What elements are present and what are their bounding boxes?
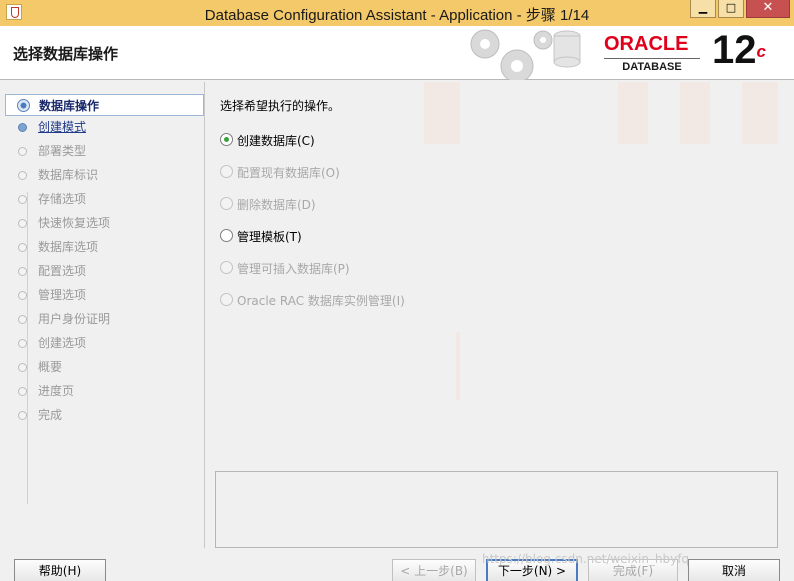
background-watermark (618, 82, 648, 144)
oracle-brand: ORACLE (604, 33, 689, 55)
step-label: 创建模式 (38, 120, 87, 134)
step-label: 概要 (38, 360, 63, 374)
step-label: 快速恢复选项 (38, 216, 111, 230)
gears-database-icon (470, 29, 581, 80)
step-label: 管理选项 (38, 288, 87, 302)
radio-label: 配置现有数据库(O) (237, 166, 340, 180)
step-label: 部署类型 (38, 144, 87, 158)
radio-label: 管理模板(T) (237, 230, 302, 244)
version-badge: 12c (712, 30, 766, 70)
window-title: Database Configuration Assistant - Appli… (204, 7, 590, 24)
step-item[interactable]: 数据库操作 (5, 94, 204, 116)
background-watermark (680, 82, 710, 144)
step-label: 进度页 (38, 384, 75, 398)
step-item: 概要 (5, 356, 204, 378)
step-label: 用户身份证明 (38, 312, 111, 326)
step-label: 数据库标识 (38, 168, 99, 182)
radio-label: 管理可插入数据库(P) (237, 262, 350, 276)
step-marker-icon (17, 99, 30, 112)
step-marker-icon (18, 123, 27, 132)
radio-label: 创建数据库(C) (237, 134, 315, 148)
step-marker-icon (18, 411, 27, 420)
step-label: 存储选项 (38, 192, 87, 206)
step-item: 配置选项 (5, 260, 204, 282)
step-marker-icon (18, 219, 27, 228)
step-marker-icon (18, 339, 27, 348)
step-marker-icon (18, 195, 27, 204)
title-bar: Database Configuration Assistant - Appli… (0, 0, 794, 26)
radio-button (220, 165, 233, 178)
back-button[interactable]: < 上一步(B) (392, 559, 476, 581)
step-marker-icon (18, 315, 27, 324)
page-title: 选择数据库操作 (13, 45, 119, 63)
radio-button (220, 293, 233, 306)
instruction-text: 选择希望执行的操作。 (220, 99, 341, 113)
step-marker-icon (18, 387, 27, 396)
step-item: 创建选项 (5, 332, 204, 354)
version-number: 12 (712, 28, 757, 72)
radio-button (220, 261, 233, 274)
url-watermark: https://blog.csdn.net/weixin_hbyfq (482, 552, 690, 566)
step-item: 快速恢复选项 (5, 212, 204, 234)
step-marker-icon (18, 363, 27, 372)
main-panel: 选择希望执行的操作。 创建数据库(C) 配置现有数据库(O) 删除数据库(D) 管理模… (206, 82, 794, 548)
cancel-button[interactable]: 取消 (688, 559, 780, 581)
step-item[interactable]: 创建模式 (5, 116, 204, 138)
oracle-database-label: DATABASE (604, 58, 700, 73)
background-watermark (424, 82, 460, 144)
step-marker-icon (18, 291, 27, 300)
minimize-button[interactable]: ▁ (690, 0, 716, 18)
radio-button[interactable] (220, 133, 233, 146)
step-item: 存储选项 (5, 188, 204, 210)
step-label: 完成 (38, 408, 63, 422)
step-label: 数据库操作 (39, 99, 100, 113)
steps-sidebar: 数据库操作创建模式部署类型数据库标识存储选项快速恢复选项 数据库选项配置选项管理选… (5, 82, 205, 548)
message-area (215, 471, 778, 548)
step-marker-icon (18, 171, 27, 180)
oracle-logo: ORACLE DATABASE (604, 34, 704, 74)
step-item: 部署类型 (5, 140, 204, 162)
step-marker-icon (18, 147, 27, 156)
radio-label: 删除数据库(D) (237, 198, 316, 212)
step-item: 用户身份证明 (5, 308, 204, 330)
step-marker-icon (18, 267, 27, 276)
step-item: 进度页 (5, 380, 204, 402)
header-banner: 选择数据库操作 ORACLE DATABASE (0, 26, 794, 80)
radio-button[interactable] (220, 229, 233, 242)
close-button[interactable]: ✕ (746, 0, 790, 18)
maximize-button[interactable]: □ (718, 0, 744, 18)
step-item: 数据库选项 (5, 236, 204, 258)
step-label: 数据库选项 (38, 240, 99, 254)
help-button[interactable]: 帮助(H) (14, 559, 106, 581)
background-watermark (456, 332, 460, 400)
step-label: 创建选项 (38, 336, 87, 350)
version-suffix: c (756, 42, 766, 61)
step-marker-icon (18, 243, 27, 252)
step-item: 完成 (5, 404, 204, 426)
radio-button (220, 197, 233, 210)
step-item: 管理选项 (5, 284, 204, 306)
radio-label: Oracle RAC 数据库实例管理(I) (237, 294, 405, 308)
step-item: 数据库标识 (5, 164, 204, 186)
background-watermark (742, 82, 778, 144)
step-label: 配置选项 (38, 264, 87, 278)
